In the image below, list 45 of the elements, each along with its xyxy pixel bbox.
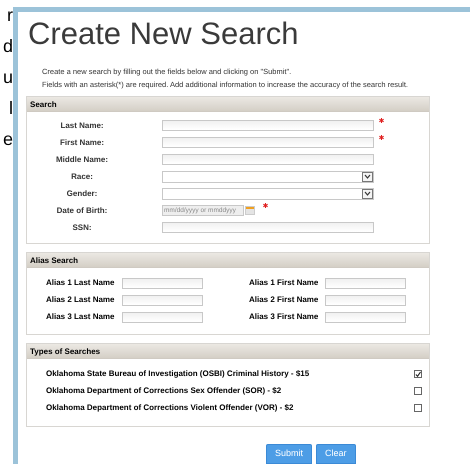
form-button[interactable]: Clear	[316, 444, 356, 464]
field-label: First Name:	[58, 138, 105, 148]
field-label: Alias 2 Last Name	[46, 294, 116, 306]
cut-off-text: d	[2, 35, 13, 57]
option-label: Oklahoma State Bureau of Investigation (OSBI) Criminal History - $15	[46, 368, 310, 380]
option-label: Oklahoma Department of Corrections Sex Offender (SOR) - $2	[46, 385, 282, 397]
cut-off-text: l	[9, 97, 13, 119]
section-heading: Alias Search	[27, 253, 429, 268]
text-field[interactable]	[122, 278, 203, 288]
option-label: Oklahoma Department of Corrections Violent Offender (VOR) - $2	[46, 402, 294, 414]
cut-off-text: r	[7, 4, 13, 26]
field-label: Alias 2 First Name	[249, 294, 320, 306]
checkbox[interactable]	[414, 387, 422, 395]
field-label: Alias 3 First Name	[249, 311, 320, 323]
field-label: Alias 1 Last Name	[46, 277, 116, 289]
caret-icon	[362, 172, 373, 182]
field-label: SSN:	[71, 222, 93, 232]
text-field[interactable]	[162, 222, 374, 233]
field-label: Race:	[70, 172, 94, 182]
dropdown-field[interactable]	[162, 188, 374, 200]
caret-icon	[362, 188, 373, 198]
text-field[interactable]	[325, 294, 406, 306]
cut-off-text: u	[2, 66, 13, 88]
text-field[interactable]	[122, 294, 203, 306]
text-field[interactable]	[162, 120, 374, 131]
checkbox[interactable]	[414, 370, 422, 378]
field-label: Middle Name:	[54, 154, 109, 164]
text-field[interactable]	[162, 137, 374, 148]
text-field[interactable]	[325, 278, 406, 288]
page-title: Create New Search	[28, 16, 300, 52]
field-label: Last Name:	[59, 120, 105, 130]
checkbox[interactable]	[414, 404, 422, 412]
field-label: Alias 1 First Name	[249, 277, 320, 289]
calendar-icon[interactable]	[245, 206, 255, 215]
cut-off-text: e	[2, 128, 13, 150]
section-heading: Types of Searches	[27, 344, 429, 359]
section-heading: Search	[27, 97, 429, 112]
field-label: Alias 3 Last Name	[46, 311, 116, 323]
text-field[interactable]	[122, 312, 203, 322]
form-button[interactable]: Submit	[266, 444, 312, 464]
field-label: Gender:	[66, 188, 98, 198]
text-field[interactable]	[162, 154, 374, 165]
dropdown-field[interactable]	[162, 170, 374, 182]
text-field[interactable]	[325, 312, 406, 322]
field-label: Date of Birth:	[56, 206, 108, 216]
